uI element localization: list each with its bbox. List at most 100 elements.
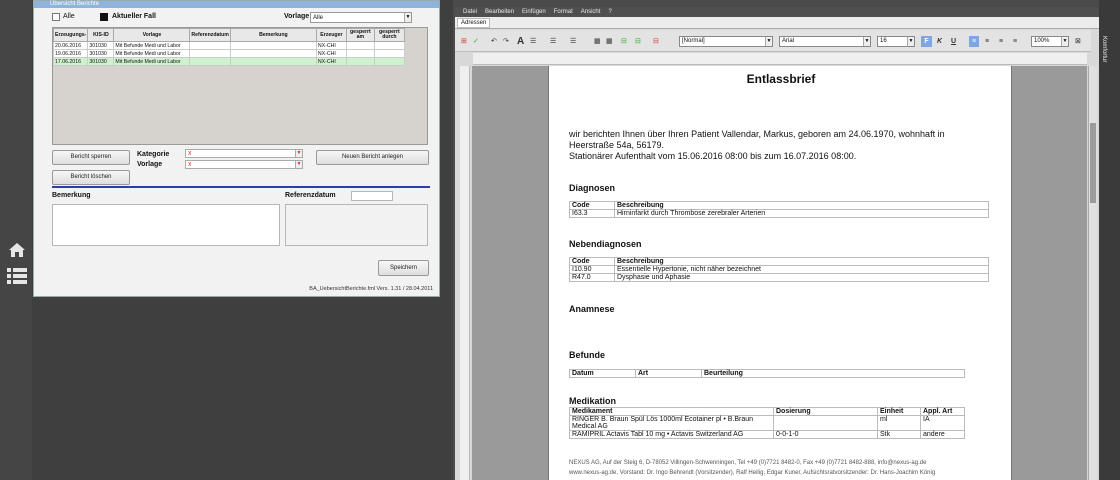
diagnosen-table: Code Beschreibung I63.3 Hirninfarkt durch … bbox=[569, 201, 989, 218]
close-icon[interactable]: ⊠ bbox=[1075, 36, 1081, 47]
cell: Hirninfarkt durch Thrombose zerebraler A… bbox=[614, 209, 989, 218]
zoom-select[interactable]: 100% ▼ bbox=[1031, 36, 1069, 47]
align-right-icon[interactable]: ≡ bbox=[999, 36, 1003, 47]
menu-bearbeiten[interactable]: Bearbeiten bbox=[485, 9, 514, 15]
style-select[interactable]: [Normal] ▼ bbox=[679, 36, 773, 47]
menu-datei[interactable]: Datei bbox=[463, 9, 477, 15]
cell: Mit Befunde Medi und Labor bbox=[113, 41, 191, 50]
undo-icon[interactable]: ↶ bbox=[491, 36, 497, 47]
font-select[interactable]: Arial ▼ bbox=[779, 36, 871, 47]
vorlage2-label: Vorlage bbox=[137, 161, 163, 168]
table-row-selected[interactable]: 17.06.2016 301030 Mit Befunde Medi und Lab… bbox=[52, 57, 405, 66]
cell: 301030 bbox=[87, 49, 115, 58]
field-icon[interactable]: ⊟ bbox=[621, 36, 627, 47]
bold-format-icon[interactable]: F bbox=[921, 36, 932, 47]
bericht-sperren-button[interactable]: Bericht sperren bbox=[52, 150, 130, 165]
align-center-icon[interactable]: ≡ bbox=[985, 36, 989, 47]
col-header[interactable]: Erzeugungs- bbox=[52, 28, 89, 42]
redo-icon[interactable]: ↷ bbox=[503, 36, 509, 47]
document-area: Entlassbrief wir berichten Ihnen über Ih… bbox=[472, 66, 1087, 480]
col-header[interactable]: Referenzdatum bbox=[189, 28, 231, 42]
scroll-thumb[interactable] bbox=[1090, 123, 1096, 203]
chevron-down-icon: ▼ bbox=[907, 37, 914, 46]
col-header: Code bbox=[569, 257, 615, 266]
window-titlebar bbox=[455, 0, 1099, 7]
indent-icon[interactable]: ☰ bbox=[570, 36, 576, 47]
vorlage-select[interactable]: Alle ▼ bbox=[310, 12, 412, 23]
alle-checkbox[interactable] bbox=[52, 13, 60, 21]
col-header[interactable]: Bemerkung bbox=[229, 28, 317, 42]
medikation-table: Medikament Dosierung Einheit Appl. Art RING… bbox=[569, 407, 965, 439]
list-bullets-icon[interactable]: ☰ bbox=[530, 36, 536, 47]
bericht-loeschen-button[interactable]: Bericht löschen bbox=[52, 170, 130, 185]
font-icon[interactable]: A bbox=[517, 36, 524, 47]
cell bbox=[189, 57, 231, 66]
underline-icon[interactable]: U bbox=[951, 36, 956, 47]
check-icon[interactable]: ✓ bbox=[473, 36, 479, 47]
cell: RINGER B. Braun Spül Lös 1000ml Ecotaine… bbox=[569, 415, 774, 431]
grid-icon[interactable]: ▦ bbox=[606, 36, 613, 47]
size-select[interactable]: 16 ▼ bbox=[877, 36, 915, 47]
vertical-scrollbar[interactable] bbox=[1088, 66, 1097, 480]
list-numbers-icon[interactable]: ☰ bbox=[550, 36, 556, 47]
col-header: Dosierung bbox=[773, 407, 878, 416]
editor-window: Datei Bearbeiten Einfügen Format Ansicht? Ad… bbox=[455, 0, 1099, 480]
col-header[interactable]: gesperrt durch bbox=[373, 28, 405, 42]
document-title: Entlassbrief bbox=[746, 72, 816, 86]
cell: Dysphasie und Aphasie bbox=[614, 273, 989, 282]
vertical-ruler[interactable] bbox=[460, 66, 470, 480]
side-panel-label[interactable]: Komfortur bbox=[1101, 36, 1107, 62]
home-icon[interactable] bbox=[8, 242, 26, 258]
table-row: RINGER B. Braun Spül Lös 1000ml Ecotaine… bbox=[569, 415, 965, 431]
cell: Essentielle Hypertonie, nicht näher beze… bbox=[614, 265, 989, 274]
list-icon[interactable] bbox=[7, 267, 27, 285]
intro-line: Heerstraße 54a, 56179. bbox=[569, 140, 665, 150]
kategorie-select[interactable]: x ▼ bbox=[185, 149, 303, 158]
bemerkung-textarea[interactable] bbox=[52, 204, 280, 246]
diagnosen-heading: Diagnosen bbox=[569, 183, 616, 193]
record-icon[interactable]: ⊞ bbox=[461, 36, 467, 47]
cell: Mit Befunde Medi und Labor bbox=[113, 49, 191, 58]
menu-einfuegen[interactable]: Einfügen bbox=[522, 9, 546, 15]
vorlage-select-2[interactable]: x ▼ bbox=[185, 160, 303, 169]
justify-icon[interactable]: ≡ bbox=[1013, 36, 1017, 47]
cell bbox=[773, 415, 878, 431]
field3-icon[interactable]: ⊟ bbox=[653, 36, 659, 47]
cell bbox=[229, 41, 317, 50]
menu-format[interactable]: Format bbox=[554, 9, 573, 15]
table-row[interactable]: 20.06.2016 301030 Mit Befunde Medi und Lab… bbox=[52, 41, 405, 50]
cell bbox=[373, 57, 405, 66]
chevron-down-icon: ▼ bbox=[404, 13, 411, 22]
table-row: R47.0 Dysphasie und Aphasie bbox=[569, 273, 989, 282]
cell bbox=[345, 49, 375, 58]
cell: I10.90 bbox=[569, 265, 615, 274]
anamnese-heading: Anamnese bbox=[569, 304, 615, 314]
table-row[interactable]: 19.06.2016 301030 Mit Befunde Medi und Lab… bbox=[52, 49, 405, 58]
intro-line: wir berichten Ihnen über Ihren Patient V… bbox=[569, 129, 945, 139]
cell: andere bbox=[920, 430, 965, 439]
table-icon[interactable]: ▦ bbox=[594, 36, 601, 47]
font-value: Arial bbox=[782, 38, 795, 44]
intro-line: Stationärer Aufenthalt vom 15.06.2016 08… bbox=[569, 151, 857, 161]
document-page[interactable]: Entlassbrief wir berichten Ihnen über Ih… bbox=[548, 66, 1012, 480]
chevron-down-icon: ▼ bbox=[765, 37, 772, 46]
align-left-icon[interactable]: ≡ bbox=[969, 36, 979, 47]
cell: NX-CHI bbox=[315, 41, 347, 50]
referenzdatum-input[interactable] bbox=[351, 191, 393, 201]
col-header[interactable]: gesperrt am bbox=[345, 28, 375, 42]
side-panel: Komfortur bbox=[1099, 0, 1120, 480]
aktueller-fall-checkbox[interactable] bbox=[100, 13, 108, 21]
field2-icon[interactable]: ⊟ bbox=[635, 36, 641, 47]
italic-icon[interactable]: K bbox=[937, 36, 942, 47]
menu-ansicht[interactable]: Ansicht bbox=[581, 9, 601, 15]
horizontal-ruler[interactable] bbox=[473, 53, 1087, 65]
cell bbox=[345, 41, 375, 50]
col-header[interactable]: Vorlage bbox=[113, 28, 191, 42]
neuen-bericht-button[interactable]: Neuen Bericht anlegen bbox=[316, 150, 429, 165]
col-header[interactable]: Erzeuger bbox=[315, 28, 347, 42]
col-header[interactable]: KIS-ID bbox=[87, 28, 115, 42]
tab-adressen[interactable]: Adressen bbox=[457, 18, 491, 28]
befunde-heading: Befunde bbox=[569, 350, 605, 360]
menu-help[interactable]: ? bbox=[608, 9, 611, 15]
speichern-button[interactable]: Speichern bbox=[378, 260, 429, 276]
